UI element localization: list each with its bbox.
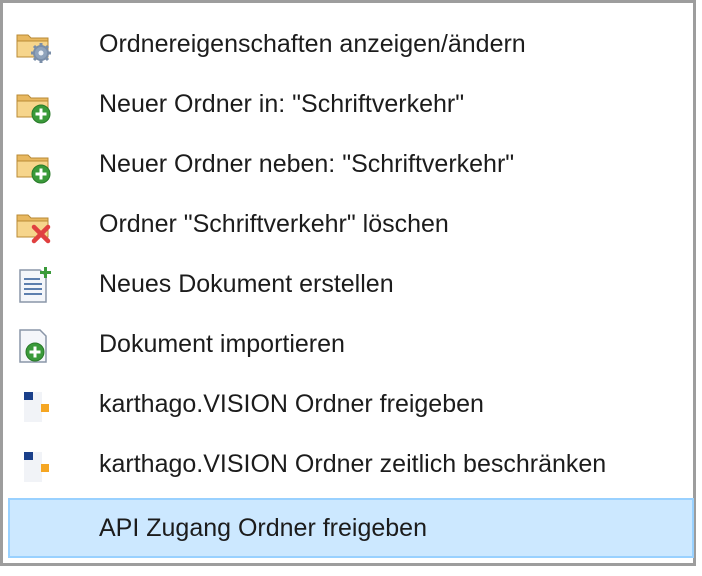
menu-item-label: Neuer Ordner in: "Schriftverkehr" [99,90,465,118]
menu-item-new-folder-beside[interactable]: Neuer Ordner neben: "Schriftverkehr" [8,134,694,194]
menu-item-import-document[interactable]: Dokument importieren [8,314,694,374]
new-document-icon [19,267,51,303]
menu-item-label: karthago.VISION Ordner zeitlich beschrän… [99,450,607,478]
menu-item-label: karthago.VISION Ordner freigeben [99,390,484,418]
folder-add-icon [16,94,51,124]
menu-item-label: Neues Dokument erstellen [99,270,394,298]
menu-item-new-folder-in[interactable]: Neuer Ordner in: "Schriftverkehr" [8,74,694,134]
menu-item-api-access-share[interactable]: API Zugang Ordner freigeben [8,498,694,558]
menu-item-new-document[interactable]: Neues Dokument erstellen [8,254,694,314]
menu-item-label: Ordner "Schriftverkehr" löschen [99,210,449,238]
menu-item-label: Dokument importieren [99,330,345,358]
menu-item-label: API Zugang Ordner freigeben [99,514,427,542]
document-import-icon [19,329,47,363]
menu-item-karthago-time-limit[interactable]: karthago.VISION Ordner zeitlich beschrän… [8,434,694,494]
menu-item-karthago-share-folder[interactable]: karthago.VISION Ordner freigeben [8,374,694,434]
menu-item-delete-folder[interactable]: Ordner "Schriftverkehr" löschen [8,194,694,254]
context-menu: Ordnereigenschaften anzeigen/ändern Neue… [0,0,696,566]
menu-item-folder-properties[interactable]: Ordnereigenschaften anzeigen/ändern [8,14,694,74]
folder-add-icon [16,154,51,184]
menu-item-label: Neuer Ordner neben: "Schriftverkehr" [99,150,515,178]
menu-item-label: Ordnereigenschaften anzeigen/ändern [99,30,526,58]
karthago-vision-icon [24,392,49,422]
folder-settings-icon [16,34,51,63]
karthago-vision-icon [24,452,49,482]
folder-delete-icon [16,214,51,244]
